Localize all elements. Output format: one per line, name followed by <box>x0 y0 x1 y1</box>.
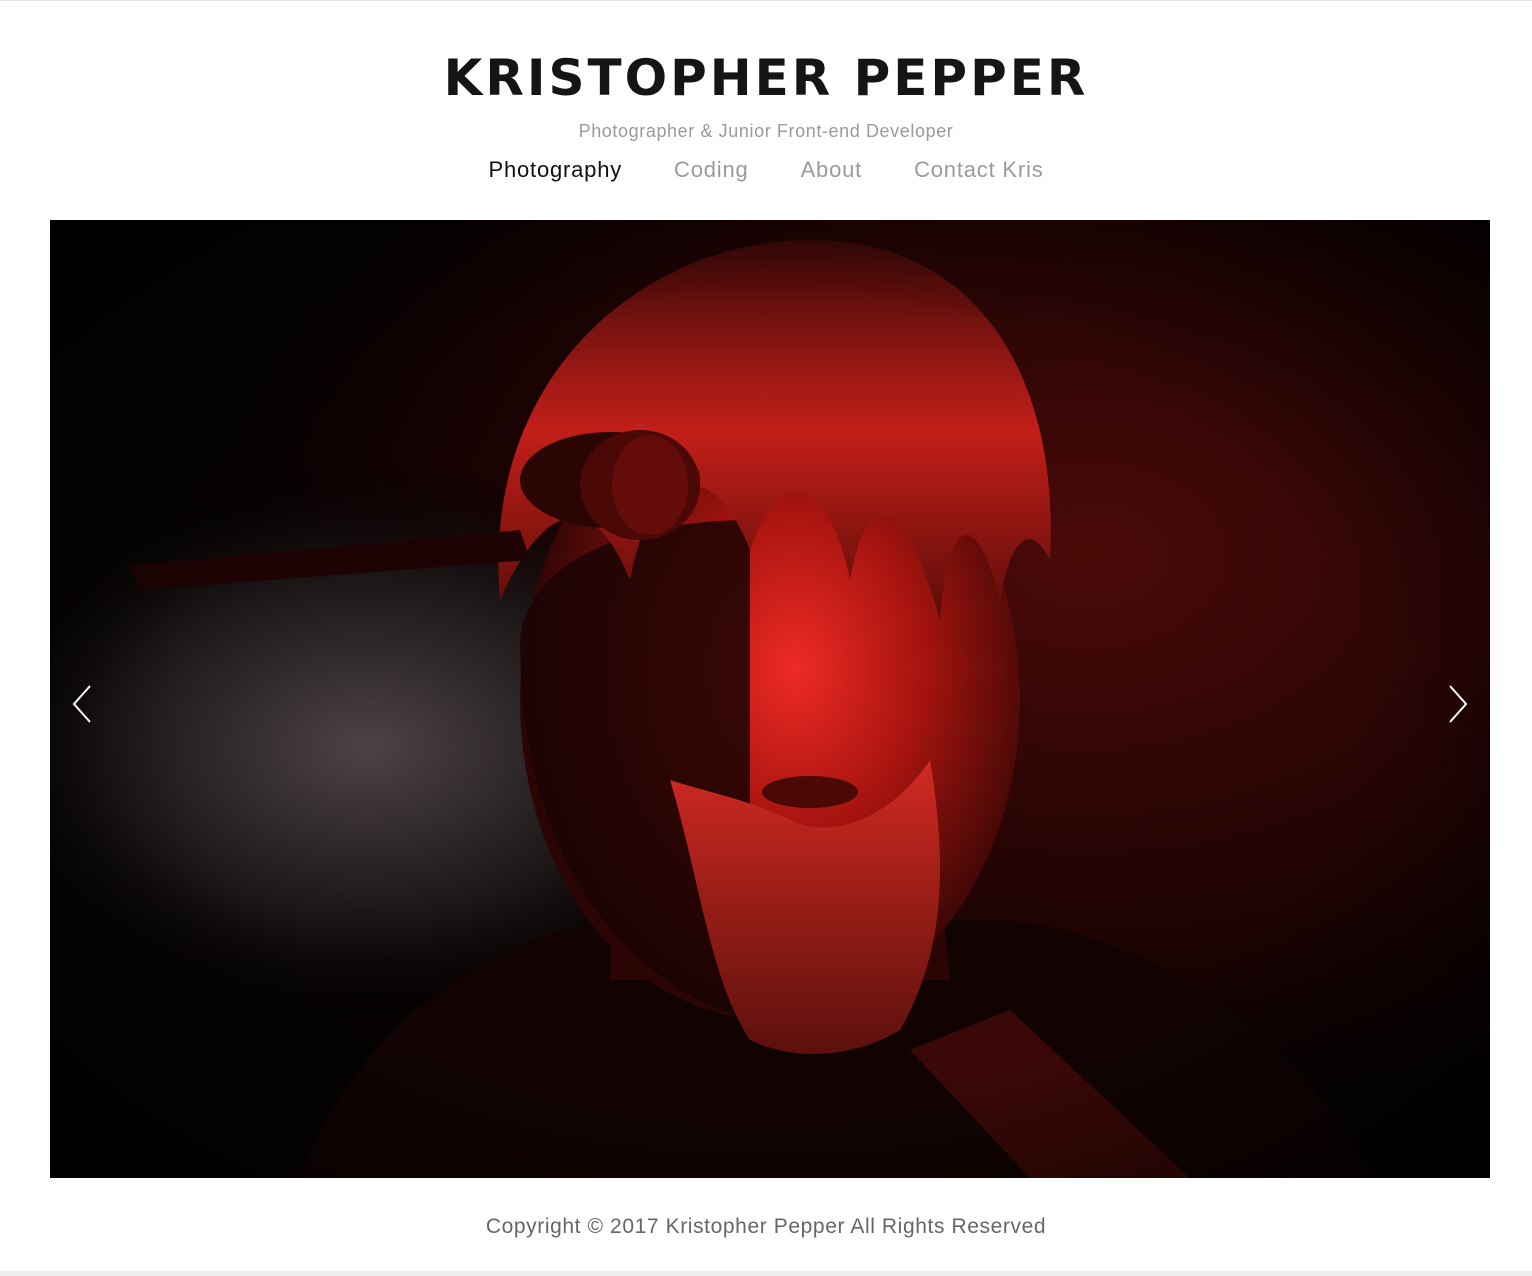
site-tagline: Photographer & Junior Front-end Develope… <box>578 121 954 141</box>
nav-item-photography[interactable]: Photography <box>488 155 622 185</box>
main-nav: Photography Coding About Contact Kris <box>0 155 1532 185</box>
nav-item-about[interactable]: About <box>801 155 863 185</box>
nav-item-coding[interactable]: Coding <box>674 155 749 185</box>
bottom-divider <box>0 1271 1532 1276</box>
chevron-right-icon[interactable] <box>1436 682 1476 726</box>
photo-slideshow <box>50 220 1490 1178</box>
site-title[interactable]: KRISTOPHER PEPPER <box>0 49 1532 107</box>
nav-item-contact-kris[interactable]: Contact Kris <box>914 155 1043 185</box>
footer-copyright: Copyright © 2017 Kristopher Pepper All R… <box>485 1215 1047 1238</box>
page: KRISTOPHER PEPPER Photographer & Junior … <box>0 0 1532 1276</box>
slide-photo <box>50 220 1490 1178</box>
chevron-left-icon[interactable] <box>64 682 104 726</box>
